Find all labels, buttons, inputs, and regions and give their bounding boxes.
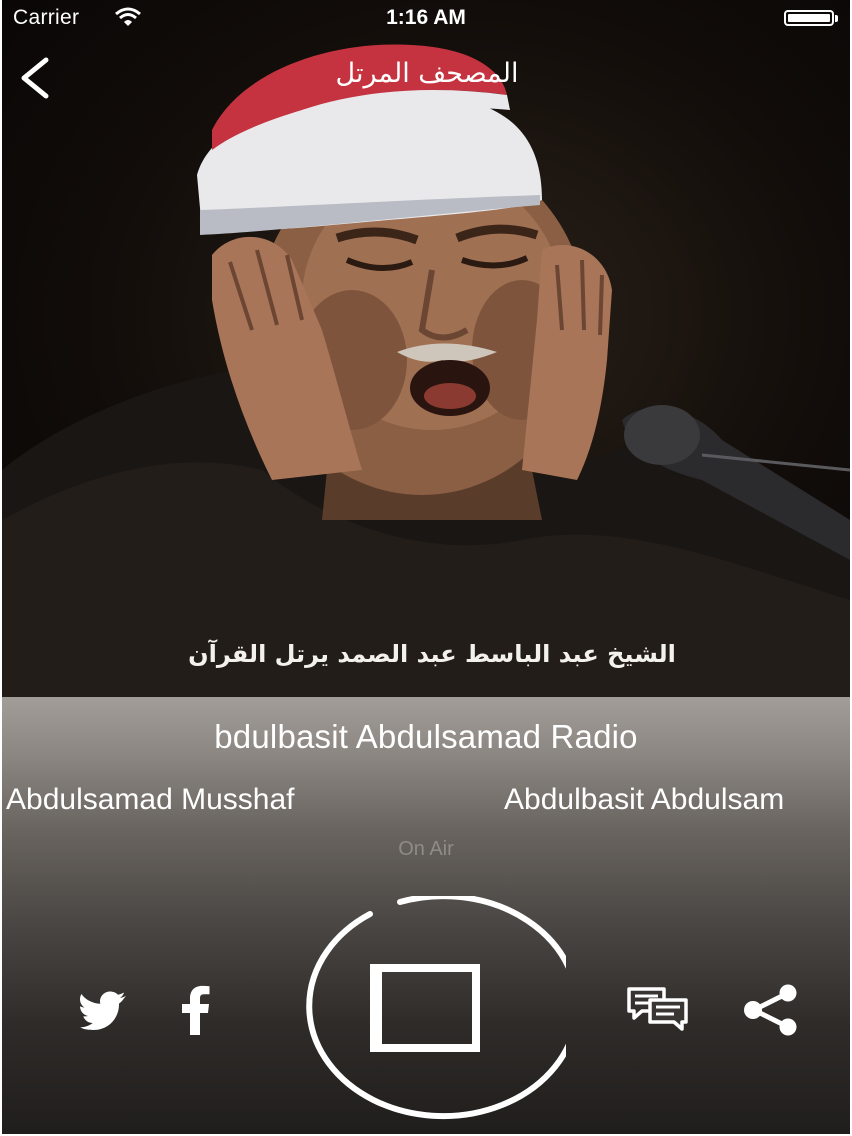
status-bar: Carrier 1:16 AM <box>2 0 850 40</box>
clock: 1:16 AM <box>386 6 466 29</box>
battery-tip <box>835 15 838 22</box>
facebook-button[interactable] <box>178 985 212 1035</box>
twitter-icon <box>80 991 126 1030</box>
comments-icon <box>627 987 688 1031</box>
share-icon <box>744 984 797 1036</box>
stop-icon <box>370 964 480 1052</box>
reciter-illustration <box>2 44 850 697</box>
comments-button[interactable] <box>626 986 690 1032</box>
facebook-icon <box>182 985 210 1035</box>
stop-button[interactable] <box>290 893 581 1124</box>
chevron-left-icon <box>21 57 49 99</box>
page-title: المصحف المرتل <box>335 58 519 89</box>
marquee-text: Abdulsamad Musshaf <box>6 783 295 816</box>
on-air-label: On Air <box>398 838 454 860</box>
app-screen: الشيخ عبد الباسط عبد الصمد يرتل القرآن C… <box>2 0 850 1134</box>
stop-button-ring <box>306 893 581 1120</box>
back-button[interactable] <box>12 52 58 104</box>
marquee-text: Abdulbasit Abdulsam <box>504 783 785 816</box>
battery-icon <box>784 10 834 26</box>
artwork-caption: الشيخ عبد الباسط عبد الصمد يرتل القرآن <box>188 640 676 668</box>
twitter-button[interactable] <box>80 990 128 1030</box>
station-title: bdulbasit Abdulsamad Radio <box>214 718 638 755</box>
share-button[interactable] <box>740 984 802 1036</box>
track-marquee: Abdulsamad Musshaf Abdulbasit Abdulsam <box>2 783 850 823</box>
reciter-artwork: الشيخ عبد الباسط عبد الصمد يرتل القرآن <box>2 0 850 697</box>
